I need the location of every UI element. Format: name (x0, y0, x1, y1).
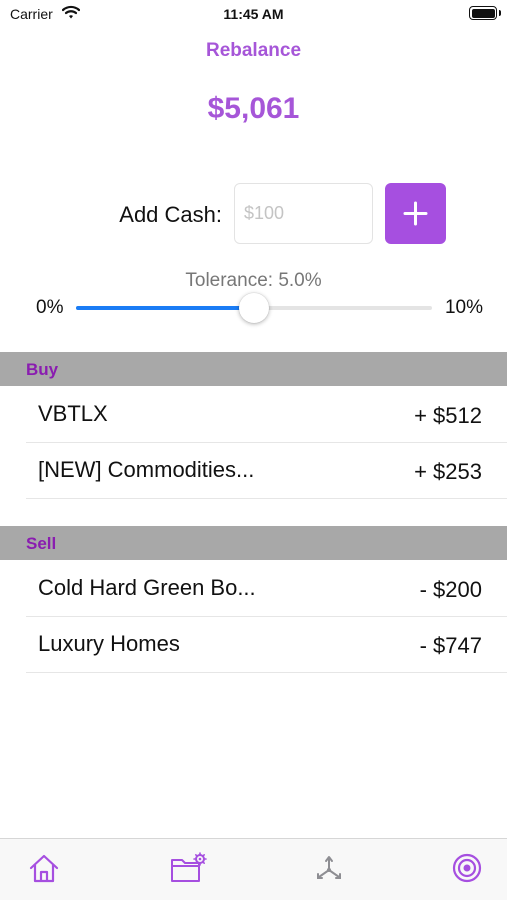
sell-row[interactable]: Luxury Homes - $747 (26, 617, 507, 673)
slider-max-label: 10% (444, 297, 483, 318)
fund-name: [NEW] Commodities... (38, 457, 255, 482)
page-title: Rebalance (205, 40, 302, 61)
fund-name: Cold Hard Green Bo... (38, 575, 256, 600)
sell-section-title: Sell (26, 534, 57, 553)
tab-rebalance[interactable] (445, 851, 489, 891)
trade-amount: - $747 (419, 633, 482, 658)
sell-row[interactable]: Cold Hard Green Bo... - $200 (26, 561, 507, 617)
buy-row[interactable]: VBTLX + $512 (26, 387, 507, 443)
buy-section-header: Buy (0, 352, 507, 386)
tolerance-slider[interactable] (76, 293, 432, 323)
slider-fill (76, 306, 254, 310)
buy-row[interactable]: [NEW] Commodities... + $253 (26, 443, 507, 499)
slider-thumb[interactable] (239, 293, 269, 323)
fund-name: Luxury Homes (38, 631, 180, 656)
fund-name: VBTLX (38, 401, 108, 426)
tolerance-label: Tolerance: 5.0% (185, 270, 322, 291)
tab-accounts[interactable] (166, 851, 210, 891)
tab-home[interactable] (22, 851, 66, 891)
buy-section-title: Buy (26, 360, 59, 379)
rebalance-total: $5,061 (207, 92, 300, 125)
cash-amount-input[interactable] (234, 183, 373, 244)
status-bar: Carrier 11:45 AM (0, 0, 507, 30)
target-icon (452, 853, 482, 883)
status-time: 11:45 AM (223, 6, 284, 22)
tab-bar (0, 838, 507, 900)
sell-section-header: Sell (0, 526, 507, 560)
rebalance-tripod-icon (317, 856, 341, 879)
trade-amount: + $253 (414, 459, 482, 484)
add-cash-label: Add Cash: (119, 202, 222, 227)
trade-amount: - $200 (419, 577, 482, 602)
folder-settings-icon (171, 852, 207, 882)
plus-icon (403, 201, 428, 226)
slider-min-label: 0% (36, 297, 64, 318)
trade-amount: + $512 (414, 403, 482, 428)
battery-icon (469, 6, 497, 20)
home-icon (29, 854, 59, 883)
tab-allocation[interactable] (307, 851, 351, 891)
add-cash-button[interactable] (385, 183, 446, 244)
